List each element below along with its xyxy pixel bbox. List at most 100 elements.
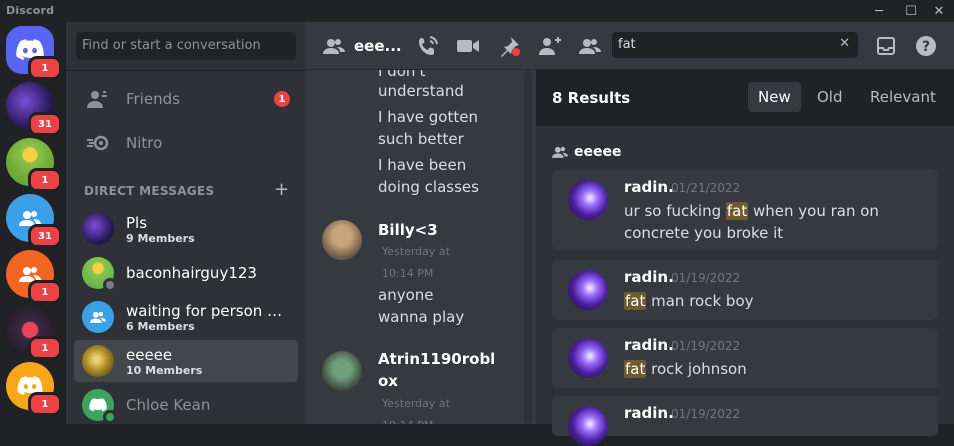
results-header: 8 Results New Old Relevant [536,70,954,126]
result-date: 01/19/2022 [671,407,741,421]
result-author[interactable]: radin. [624,404,674,422]
search-results-panel: 8 Results New Old Relevant eeeee radin. … [536,70,954,446]
dm-item-pls[interactable]: Pls 9 Members [74,208,298,250]
discord-logo-icon [89,398,107,412]
dm-name: Chloe Kean [126,396,211,414]
group-icon-orange[interactable]: 1 [6,250,62,304]
avatar [568,406,608,446]
home-button[interactable]: 1 [6,26,62,80]
message-author[interactable]: ox [378,371,398,391]
result-text: fat rock johnson [624,358,924,380]
avatar [82,345,114,377]
result-date: 01/19/2022 [671,339,741,353]
avatar[interactable] [322,351,362,391]
conversation-search-input[interactable]: Find or start a conversation [76,32,296,60]
message-text: anyone [378,286,434,304]
voice-call-icon[interactable] [416,34,440,58]
text-part: ur so fucking [624,202,726,220]
server-badge: 1 [28,392,62,416]
avatar[interactable] [322,220,362,260]
group-icon-blue[interactable]: 31 [6,194,62,248]
server-icon-character-2[interactable]: 1 [6,306,62,360]
avatar [568,180,608,220]
maximize-button[interactable]: ☐ [896,0,926,22]
group-icon [552,146,568,158]
message-search-input[interactable]: fat ✕ [612,32,858,58]
dm-item-eeeee[interactable]: eeeee 10 Members [74,340,298,382]
message-text: such better [378,130,464,148]
search-result-card[interactable]: radin. 01/19/2022 fat man rock boy [552,260,938,320]
close-button[interactable]: ✕ [924,0,954,22]
group-icon [90,311,106,323]
divider [66,70,306,71]
result-text: fat man rock boy [624,290,924,312]
result-date: 01/21/2022 [671,181,741,195]
search-match-highlight: fat [624,292,647,310]
app-title: Discord [6,4,55,17]
channel-name: eee... [354,37,402,55]
dm-name: Pls [126,213,148,232]
dm-item-chloe-kean[interactable]: Chloe Kean [74,384,298,426]
nitro-nav-item[interactable]: Nitro [74,122,298,164]
chat-scrollbar[interactable] [524,70,532,424]
search-result-card[interactable]: radin. 01/19/2022 [552,396,938,446]
message-text: I have been [378,156,467,174]
message-author[interactable]: Atrin1190robl [378,349,495,369]
dm-name: baconhairguy123 [126,264,257,282]
sort-relevant-tab[interactable]: Relevant [860,82,946,112]
dm-item-waiting-for-person[interactable]: waiting for person th... 6 Members [74,296,298,338]
message-text: understand [378,82,464,100]
dm-name: waiting for person th... [126,301,286,320]
clear-search-icon[interactable]: ✕ [839,36,850,51]
svg-text:?: ? [922,39,930,55]
search-result-card[interactable]: radin. 01/19/2022 fat rock johnson [552,328,938,388]
dm-name: eeeee [126,345,173,364]
result-author[interactable]: radin. [624,336,674,354]
result-author[interactable]: radin. [624,268,674,286]
server-icon-orange-discord[interactable]: 1 [6,362,62,416]
server-badge: 1 [28,336,62,360]
server-badge: 1 [28,168,62,192]
create-dm-button[interactable]: + [274,179,289,200]
server-icon-character[interactable]: 1 [6,138,62,192]
search-match-highlight: fat [624,360,647,378]
member-list-icon[interactable] [578,34,602,58]
result-channel-label[interactable]: eeeee [552,144,621,160]
result-author[interactable]: radin. [624,178,674,196]
video-call-icon[interactable] [456,34,480,58]
friends-nav-item[interactable]: Friends 1 [74,78,298,120]
avatar [82,257,117,292]
pinned-messages-icon[interactable] [498,34,522,58]
text-part: rock johnson [646,360,747,378]
server-badge: 31 [28,224,62,248]
add-friends-to-dm-icon[interactable] [538,34,562,58]
help-icon[interactable]: ? [914,34,938,58]
result-channel-name: eeeee [574,144,622,160]
search-result-card[interactable]: radin. 01/21/2022 ur so fucking fat when… [552,170,938,250]
chat-messages: I don't understand I have gotten such be… [306,70,536,424]
dm-item-baconhairguy123[interactable]: baconhairguy123 [74,252,298,294]
message-text: I have gotten [378,108,478,126]
offline-status-icon [103,278,117,292]
friends-badge: 1 [274,91,290,107]
nitro-label: Nitro [126,134,163,152]
minimize-button[interactable]: ─ [864,0,894,22]
server-icon-galaxy[interactable]: 31 [6,82,62,136]
home-badge: 1 [28,56,62,80]
result-date: 01/19/2022 [671,271,741,285]
result-text: ur so fucking fat when you ran on concre… [624,200,924,244]
inbox-icon[interactable] [874,34,898,58]
friends-label: Friends [126,90,180,108]
friends-wave-icon [86,87,110,111]
online-status-icon [103,410,117,424]
server-badge: 1 [28,280,62,304]
sort-new-tab[interactable]: New [748,82,801,112]
avatar [82,389,117,424]
dm-members: 6 Members [126,319,195,333]
sort-old-tab[interactable]: Old [807,82,853,112]
search-query: fat [618,37,636,52]
message-author[interactable]: Billy<3 [378,220,438,240]
results-count: 8 Results [552,89,631,107]
direct-messages-header: DIRECT MESSAGES [84,184,215,198]
message-timestamp: Yesterday at [382,245,450,258]
